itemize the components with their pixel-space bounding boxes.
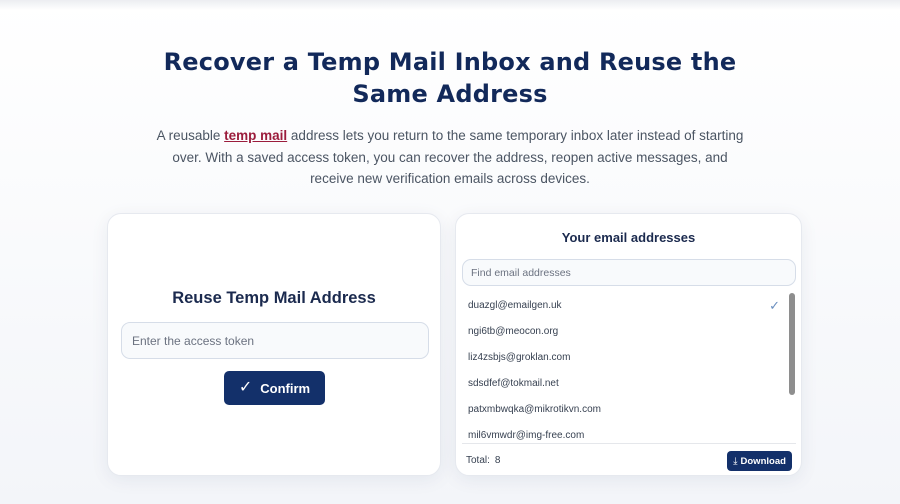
address-email: patxmbwqka@mikrotikvn.com	[468, 404, 601, 415]
address-email: mil6vmwdr@img-free.com	[468, 430, 585, 441]
download-button[interactable]: ⤓ Download	[727, 451, 792, 471]
top-shadow	[0, 0, 900, 10]
page-title: Recover a Temp Mail Inbox and Reuse the …	[163, 48, 737, 108]
reuse-address-card: Reuse Temp Mail Address ✓ Confirm	[107, 213, 441, 476]
desc-text-before: A reusable	[156, 128, 225, 143]
page-description: A reusable temp mail address lets you re…	[150, 125, 750, 190]
email-addresses-card: Your email addresses duazgl@emailgen.uk …	[455, 213, 802, 476]
access-token-input[interactable]	[121, 322, 429, 359]
total-value: 8	[494, 455, 501, 466]
address-email: duazgl@emailgen.uk	[468, 300, 562, 311]
confirm-button-label: Confirm	[260, 380, 311, 396]
address-list: duazgl@emailgen.uk ✓ ngi6tb@meocon.org l…	[462, 293, 796, 443]
address-item[interactable]: liz4zsbjs@groklan.com	[462, 345, 796, 371]
total-count: Total: 8	[466, 455, 500, 466]
address-email: sdsdfef@tokmail.net	[468, 378, 559, 389]
confirm-button[interactable]: ✓ Confirm	[224, 371, 325, 405]
reuse-card-title: Reuse Temp Mail Address	[172, 289, 376, 307]
download-button-label: Download	[740, 455, 786, 467]
address-email: liz4zsbjs@groklan.com	[468, 352, 571, 363]
scrollbar-thumb[interactable]	[789, 293, 795, 395]
address-item[interactable]: ngi6tb@meocon.org	[462, 319, 796, 345]
temp-mail-link[interactable]: temp mail	[224, 128, 287, 143]
find-addresses-input[interactable]	[462, 259, 796, 286]
address-list-scrollbar[interactable]	[789, 293, 796, 443]
total-label: Total:	[466, 455, 490, 466]
address-item[interactable]: duazgl@emailgen.uk ✓	[462, 293, 796, 319]
selected-check-icon: ✓	[769, 298, 780, 313]
address-item[interactable]: patxmbwqka@mikrotikvn.com	[462, 397, 796, 423]
address-item[interactable]: sdsdfef@tokmail.net	[462, 371, 796, 397]
addresses-card-title: Your email addresses	[561, 230, 696, 245]
list-divider	[462, 443, 796, 444]
address-item[interactable]: mil6vmwdr@img-free.com	[462, 423, 796, 443]
address-email: ngi6tb@meocon.org	[468, 326, 559, 337]
check-icon: ✓	[238, 379, 253, 396]
download-icon: ⤓	[733, 455, 738, 467]
